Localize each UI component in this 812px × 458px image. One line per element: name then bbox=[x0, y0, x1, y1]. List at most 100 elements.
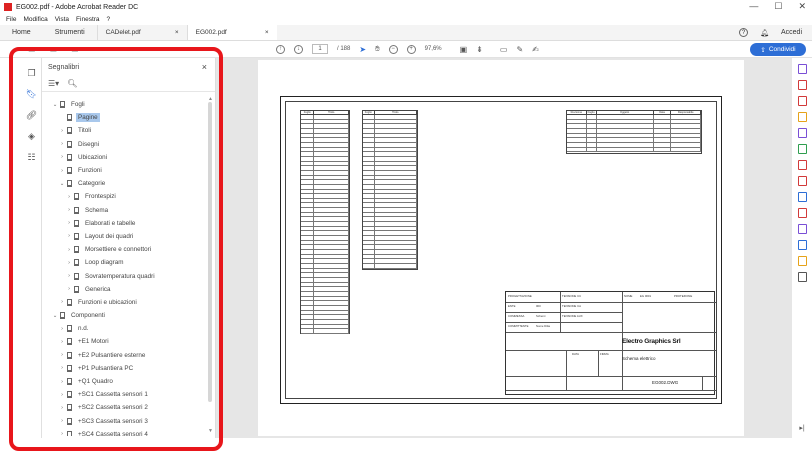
page-number-input[interactable]: 1 bbox=[312, 44, 328, 54]
hand-tool-icon[interactable]: ✋︎ bbox=[375, 44, 380, 54]
chevron-right-icon[interactable]: › bbox=[59, 326, 65, 332]
close-window-button[interactable]: ✕ bbox=[798, 1, 806, 12]
minimize-button[interactable]: — bbox=[749, 1, 758, 12]
bookmark-item[interactable]: › Schema bbox=[42, 204, 208, 217]
chevron-right-icon[interactable]: › bbox=[59, 365, 65, 371]
print-icon[interactable]: ▭ bbox=[50, 45, 58, 54]
chevron-right-icon[interactable]: › bbox=[59, 431, 65, 436]
bookmark-item[interactable]: › Generica bbox=[42, 283, 208, 296]
bookmark-item[interactable]: › +P1 Pulsantiera PC bbox=[42, 362, 208, 375]
bookmark-item[interactable]: ⌄ Componenti bbox=[42, 309, 208, 322]
tab-home[interactable]: Home bbox=[0, 25, 43, 40]
bookmark-item[interactable]: › +E2 Pulsantiere esterne bbox=[42, 349, 208, 362]
chevron-right-icon[interactable]: › bbox=[66, 220, 72, 226]
fill-sign-icon[interactable] bbox=[797, 208, 807, 218]
bookmark-item[interactable]: › +E1 Motori bbox=[42, 335, 208, 348]
chevron-right-icon[interactable]: › bbox=[59, 154, 65, 160]
chevron-right-icon[interactable]: › bbox=[66, 273, 72, 279]
redact-icon[interactable] bbox=[797, 160, 807, 170]
bookmark-item[interactable]: › +SC3 Cassetta sensori 3 bbox=[42, 415, 208, 428]
comment-icon[interactable]: ▭ bbox=[500, 45, 508, 54]
scroll-down-icon[interactable]: ▼ bbox=[208, 428, 213, 434]
sign-in-link[interactable]: Accedi bbox=[781, 29, 802, 36]
fit-page-icon[interactable]: ▣ bbox=[460, 45, 468, 54]
highlight-pen-icon[interactable]: ✎ bbox=[516, 45, 523, 54]
panel-scrollbar[interactable] bbox=[208, 102, 212, 402]
organize-pages-icon[interactable] bbox=[797, 144, 807, 154]
zoom-level-select[interactable]: 97,6% bbox=[425, 44, 451, 54]
chevron-right-icon[interactable]: › bbox=[59, 392, 65, 398]
help-icon[interactable]: ? bbox=[739, 28, 749, 37]
bookmark-item[interactable]: ⌄ Categorie bbox=[42, 177, 208, 190]
chevron-right-icon[interactable]: › bbox=[66, 194, 72, 200]
chevron-right-icon[interactable]: › bbox=[59, 299, 65, 305]
bookmark-item[interactable]: › +Q1 Quadro bbox=[42, 375, 208, 388]
bookmark-item[interactable]: Pagine bbox=[42, 111, 208, 124]
close-panel-icon[interactable]: × bbox=[202, 62, 207, 72]
menu-file[interactable]: File bbox=[6, 16, 16, 23]
menu-help[interactable]: ? bbox=[107, 16, 111, 23]
bookmark-item[interactable]: ⌄ Fogli bbox=[42, 98, 208, 111]
bell-icon[interactable]: 🔔︎ bbox=[760, 29, 769, 37]
document-view[interactable]: Foglio Titolo Foglio Titolo Revisione Fo… bbox=[216, 58, 792, 438]
chevron-down-icon[interactable]: ⌄ bbox=[59, 181, 65, 187]
maximize-button[interactable]: ☐ bbox=[774, 1, 782, 12]
chevron-right-icon[interactable]: › bbox=[59, 418, 65, 424]
chevron-right-icon[interactable]: › bbox=[59, 379, 65, 385]
bookmark-item[interactable]: › Funzioni bbox=[42, 164, 208, 177]
bookmark-item[interactable]: › Ubicazioni bbox=[42, 151, 208, 164]
search-bookmark-icon[interactable]: 🔍︎ bbox=[67, 79, 77, 88]
more-tools-icon[interactable] bbox=[797, 272, 807, 282]
bookmark-item[interactable]: › Elaborati e tabelle bbox=[42, 217, 208, 230]
bookmark-item[interactable]: › n.d. bbox=[42, 322, 208, 335]
scan-icon[interactable] bbox=[797, 240, 807, 250]
bookmark-item[interactable]: › Loop diagram bbox=[42, 256, 208, 269]
chevron-right-icon[interactable]: › bbox=[66, 233, 72, 239]
chevron-right-icon[interactable]: › bbox=[66, 260, 72, 266]
chevron-right-icon[interactable]: › bbox=[59, 168, 65, 174]
bookmark-item[interactable]: › Funzioni e ubicazioni bbox=[42, 296, 208, 309]
chevron-right-icon[interactable]: › bbox=[66, 207, 72, 213]
save-icon[interactable]: ▭ bbox=[28, 45, 36, 54]
bookmark-item[interactable]: › +SC2 Cassetta sensori 2 bbox=[42, 401, 208, 414]
shield-icon[interactable] bbox=[797, 192, 807, 202]
menu-finestra[interactable]: Finestra bbox=[76, 16, 99, 23]
chevron-down-icon[interactable]: ⌄ bbox=[52, 102, 58, 108]
collapse-tools-icon[interactable]: ▸| bbox=[799, 424, 804, 432]
tab-document-cadelet[interactable]: CADelet.pdf × bbox=[96, 25, 187, 40]
chevron-right-icon[interactable]: › bbox=[66, 286, 72, 292]
bookmark-item[interactable]: › Layout dei quadri bbox=[42, 230, 208, 243]
bookmark-item[interactable]: › +SC4 Cassetta sensori 4 bbox=[42, 428, 208, 436]
protect-icon[interactable] bbox=[797, 176, 807, 186]
bookmark-item[interactable]: › Titoli bbox=[42, 124, 208, 137]
zoom-out-icon[interactable]: − bbox=[388, 44, 398, 54]
bookmark-item[interactable]: › Frontespizi bbox=[42, 190, 208, 203]
tab-document-eg002[interactable]: EG002.pdf × bbox=[186, 25, 277, 40]
create-pdf-icon[interactable] bbox=[797, 96, 807, 106]
rich-media-icon[interactable] bbox=[797, 256, 807, 266]
export-pdf-icon[interactable] bbox=[797, 64, 807, 74]
close-tab-icon[interactable]: × bbox=[265, 29, 269, 36]
scroll-mode-icon[interactable]: ⇟ bbox=[476, 45, 483, 54]
chevron-right-icon[interactable]: › bbox=[59, 128, 65, 134]
zoom-in-icon[interactable]: + bbox=[406, 44, 416, 54]
chevron-right-icon[interactable]: › bbox=[59, 141, 65, 147]
share-button[interactable]: ⇪ Condividi bbox=[750, 43, 806, 56]
bookmark-item[interactable]: › Disegni bbox=[42, 138, 208, 151]
email-icon[interactable]: ▭ bbox=[71, 45, 79, 54]
prev-page-icon[interactable]: ↑ bbox=[276, 44, 285, 54]
bookmark-item[interactable]: › Sovratemperatura quadri bbox=[42, 269, 208, 282]
page-thumbnails-icon[interactable]: ❐ bbox=[27, 68, 35, 79]
select-cursor-icon[interactable]: ➤ bbox=[359, 45, 366, 54]
chevron-right-icon[interactable]: › bbox=[59, 339, 65, 345]
bookmark-item[interactable]: › +SC1 Cassetta sensori 1 bbox=[42, 388, 208, 401]
close-tab-icon[interactable]: × bbox=[175, 29, 179, 36]
send-signature-icon[interactable] bbox=[797, 224, 807, 234]
chevron-right-icon[interactable]: › bbox=[66, 247, 72, 253]
layers-icon[interactable]: ◈ bbox=[28, 131, 35, 142]
options-menu-icon[interactable]: ☰▾ bbox=[48, 79, 59, 88]
edit-pdf-icon[interactable] bbox=[797, 80, 807, 90]
bookmarks-icon[interactable]: 🔖︎ bbox=[26, 89, 37, 100]
attachments-icon[interactable]: 🔗︎ bbox=[26, 110, 37, 121]
structure-tree-icon[interactable]: ☷ bbox=[27, 152, 35, 163]
